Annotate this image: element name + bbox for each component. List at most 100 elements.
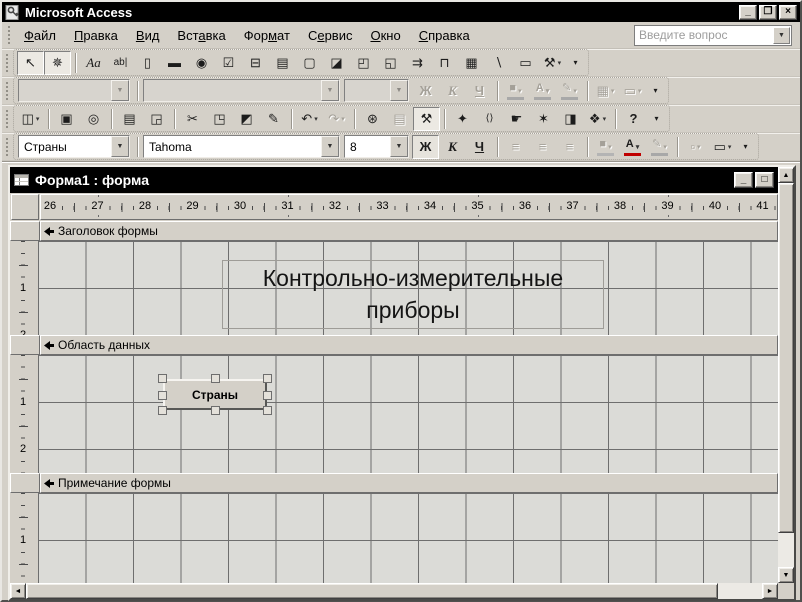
form-maximize-button[interactable]: □ <box>755 172 774 188</box>
detail-section-bar[interactable]: Область данных <box>10 335 778 355</box>
menu-edit[interactable]: Правка <box>65 24 127 47</box>
undo-button[interactable]: ↶ ▾ <box>296 107 323 131</box>
form-header-grid[interactable]: Контрольно-измерительные приборы <box>38 241 778 335</box>
print-preview-button[interactable]: ◲ ▾ <box>143 107 170 131</box>
form-minimize-button[interactable]: _ <box>734 172 753 188</box>
menu-tools[interactable]: Сервис <box>299 24 362 47</box>
help-button[interactable]: ? ▾ <box>620 107 647 131</box>
combo-dropdown-icon[interactable]: ▼ <box>321 136 339 157</box>
menu-insert[interactable]: Вставка <box>168 24 234 47</box>
italic-button[interactable]: К ▾ <box>439 135 466 159</box>
label-tool[interactable]: Aa ▾ <box>80 51 107 75</box>
selection-handle[interactable] <box>211 374 220 383</box>
vertical-ruler-detail[interactable]: 12 <box>10 355 38 473</box>
font-combo[interactable]: ▼ <box>143 79 340 102</box>
menu-help[interactable]: Справка <box>410 24 479 47</box>
option-group-tool[interactable]: ▯ ▾ <box>134 51 161 75</box>
toolbar-grip[interactable] <box>5 137 9 157</box>
combo-dropdown-icon[interactable]: ▼ <box>111 80 129 101</box>
toolbar-grip[interactable] <box>5 109 9 129</box>
combo-box-tool[interactable]: ⊟ ▾ <box>242 51 269 75</box>
unbound-object-frame-tool[interactable]: ◰ ▾ <box>350 51 377 75</box>
section-selector[interactable] <box>10 335 40 355</box>
scroll-right-button[interactable]: ► <box>762 583 778 599</box>
selection-handle[interactable] <box>263 391 272 400</box>
more-controls-tool[interactable]: ⚒ ▾ <box>539 51 566 75</box>
horizontal-ruler[interactable]: 26272829303132333435363738394041 <box>40 194 778 220</box>
toolbox-button[interactable]: ⚒ ▾ <box>413 107 440 131</box>
redo-button[interactable]: ↷ ▾ <box>323 107 350 131</box>
font-size-combo[interactable]: ▼ <box>344 79 409 102</box>
fill-color-button[interactable]: ■ ▾ <box>502 79 529 103</box>
subform-tool[interactable]: ▦ ▾ <box>458 51 485 75</box>
toolbar-options[interactable]: ▾ ▾ <box>647 107 666 131</box>
bound-object-frame-tool[interactable]: ◱ ▾ <box>377 51 404 75</box>
selection-handle[interactable] <box>263 374 272 383</box>
border-width-button[interactable]: ▫ ▾ <box>682 135 709 159</box>
scroll-down-button[interactable]: ▼ <box>778 567 794 583</box>
scroll-left-button[interactable]: ◄ <box>10 583 26 599</box>
bold-button[interactable]: Ж ▾ <box>412 135 439 159</box>
combo-dropdown-icon[interactable]: ▼ <box>390 80 408 101</box>
special-effect-button[interactable]: ▭ ▾ <box>709 135 736 159</box>
form-title-label[interactable]: Контрольно-измерительные приборы <box>222 260 604 329</box>
list-box-tool[interactable]: ▤ ▾ <box>269 51 296 75</box>
minimize-button[interactable]: _ <box>739 5 757 20</box>
question-dropdown-icon[interactable]: ▼ <box>773 27 790 44</box>
database-window-button[interactable]: ◨ ▾ <box>557 107 584 131</box>
selection-handle[interactable] <box>263 406 272 415</box>
copy-button[interactable]: ◳ ▾ <box>206 107 233 131</box>
detail-grid[interactable]: Страны <box>38 355 778 473</box>
page-break-tool[interactable]: ⇉ ▾ <box>404 51 431 75</box>
selection-handle[interactable] <box>158 406 167 415</box>
combo-dropdown-icon[interactable]: ▼ <box>390 136 408 157</box>
toolbar-grip[interactable] <box>7 25 11 45</box>
toolbar-grip[interactable] <box>5 53 9 73</box>
section-selector[interactable] <box>10 473 40 493</box>
combo-dropdown-icon[interactable]: ▼ <box>321 80 339 101</box>
line-color-button[interactable]: ✎ ▾ <box>556 79 583 103</box>
italic-button[interactable]: К ▾ <box>439 79 466 103</box>
toggle-button-tool[interactable]: ▬ ▾ <box>161 51 188 75</box>
command-button-tool[interactable]: ▢ ▾ <box>296 51 323 75</box>
properties-button[interactable]: ☛ ▾ <box>503 107 530 131</box>
horizontal-scroll-thumb[interactable] <box>26 583 718 599</box>
restore-button[interactable]: ❐ <box>759 5 777 20</box>
font-size-combo[interactable]: 8 ▼ <box>344 135 409 158</box>
horizontal-scroll-track[interactable] <box>718 583 762 599</box>
question-input[interactable]: Введите вопрос ▼ <box>634 25 792 46</box>
form-footer-grid[interactable] <box>38 493 778 583</box>
line-tool[interactable]: ∖ ▾ <box>485 51 512 75</box>
image-tool[interactable]: ◪ ▾ <box>323 51 350 75</box>
underline-button[interactable]: Ч ▾ <box>466 135 493 159</box>
build-button[interactable]: ✶ ▾ <box>530 107 557 131</box>
checkbox-tool[interactable]: ☑ ▾ <box>215 51 242 75</box>
align-center-button[interactable]: ≡ ▾ <box>529 135 556 159</box>
vertical-scroll-track[interactable] <box>778 533 794 567</box>
vertical-ruler-footer[interactable]: 1 <box>10 493 38 583</box>
form-icon[interactable] <box>14 174 29 186</box>
app-icon[interactable] <box>5 5 21 20</box>
option-button-tool[interactable]: ◉ ▾ <box>188 51 215 75</box>
form-header-section-bar[interactable]: Заголовок формы <box>10 221 778 241</box>
vertical-scroll-thumb[interactable] <box>778 183 794 533</box>
save-button[interactable]: ▣ ▾ <box>53 107 80 131</box>
font-color-button[interactable]: А ▾ <box>619 135 646 159</box>
select-tool[interactable]: ↖ ▾ <box>17 51 44 75</box>
paste-button[interactable]: ◩ ▾ <box>233 107 260 131</box>
menu-view[interactable]: Вид <box>127 24 169 47</box>
textbox-tool[interactable]: ab| ▾ <box>107 51 134 75</box>
format-painter-button[interactable]: ✎ ▾ <box>260 107 287 131</box>
toolbar-grip[interactable] <box>5 81 9 101</box>
line-style-button[interactable]: ▭ ▾ <box>619 79 646 103</box>
toolbar-options[interactable]: ▾ ▾ <box>736 135 755 159</box>
insert-hyperlink-button[interactable]: ⊛ ▾ <box>359 107 386 131</box>
object-combo[interactable]: Страны ▼ <box>18 135 130 158</box>
object-combo[interactable]: ▼ <box>18 79 130 102</box>
font-color-button[interactable]: А ▾ <box>529 79 556 103</box>
toolbar-options[interactable]: ▾ ▾ <box>646 79 665 103</box>
view-button[interactable]: ◫ ▾ <box>17 107 44 131</box>
form-footer-section-bar[interactable]: Примечание формы <box>10 473 778 493</box>
section-selector[interactable] <box>10 221 40 241</box>
ruler-corner[interactable] <box>11 194 39 220</box>
